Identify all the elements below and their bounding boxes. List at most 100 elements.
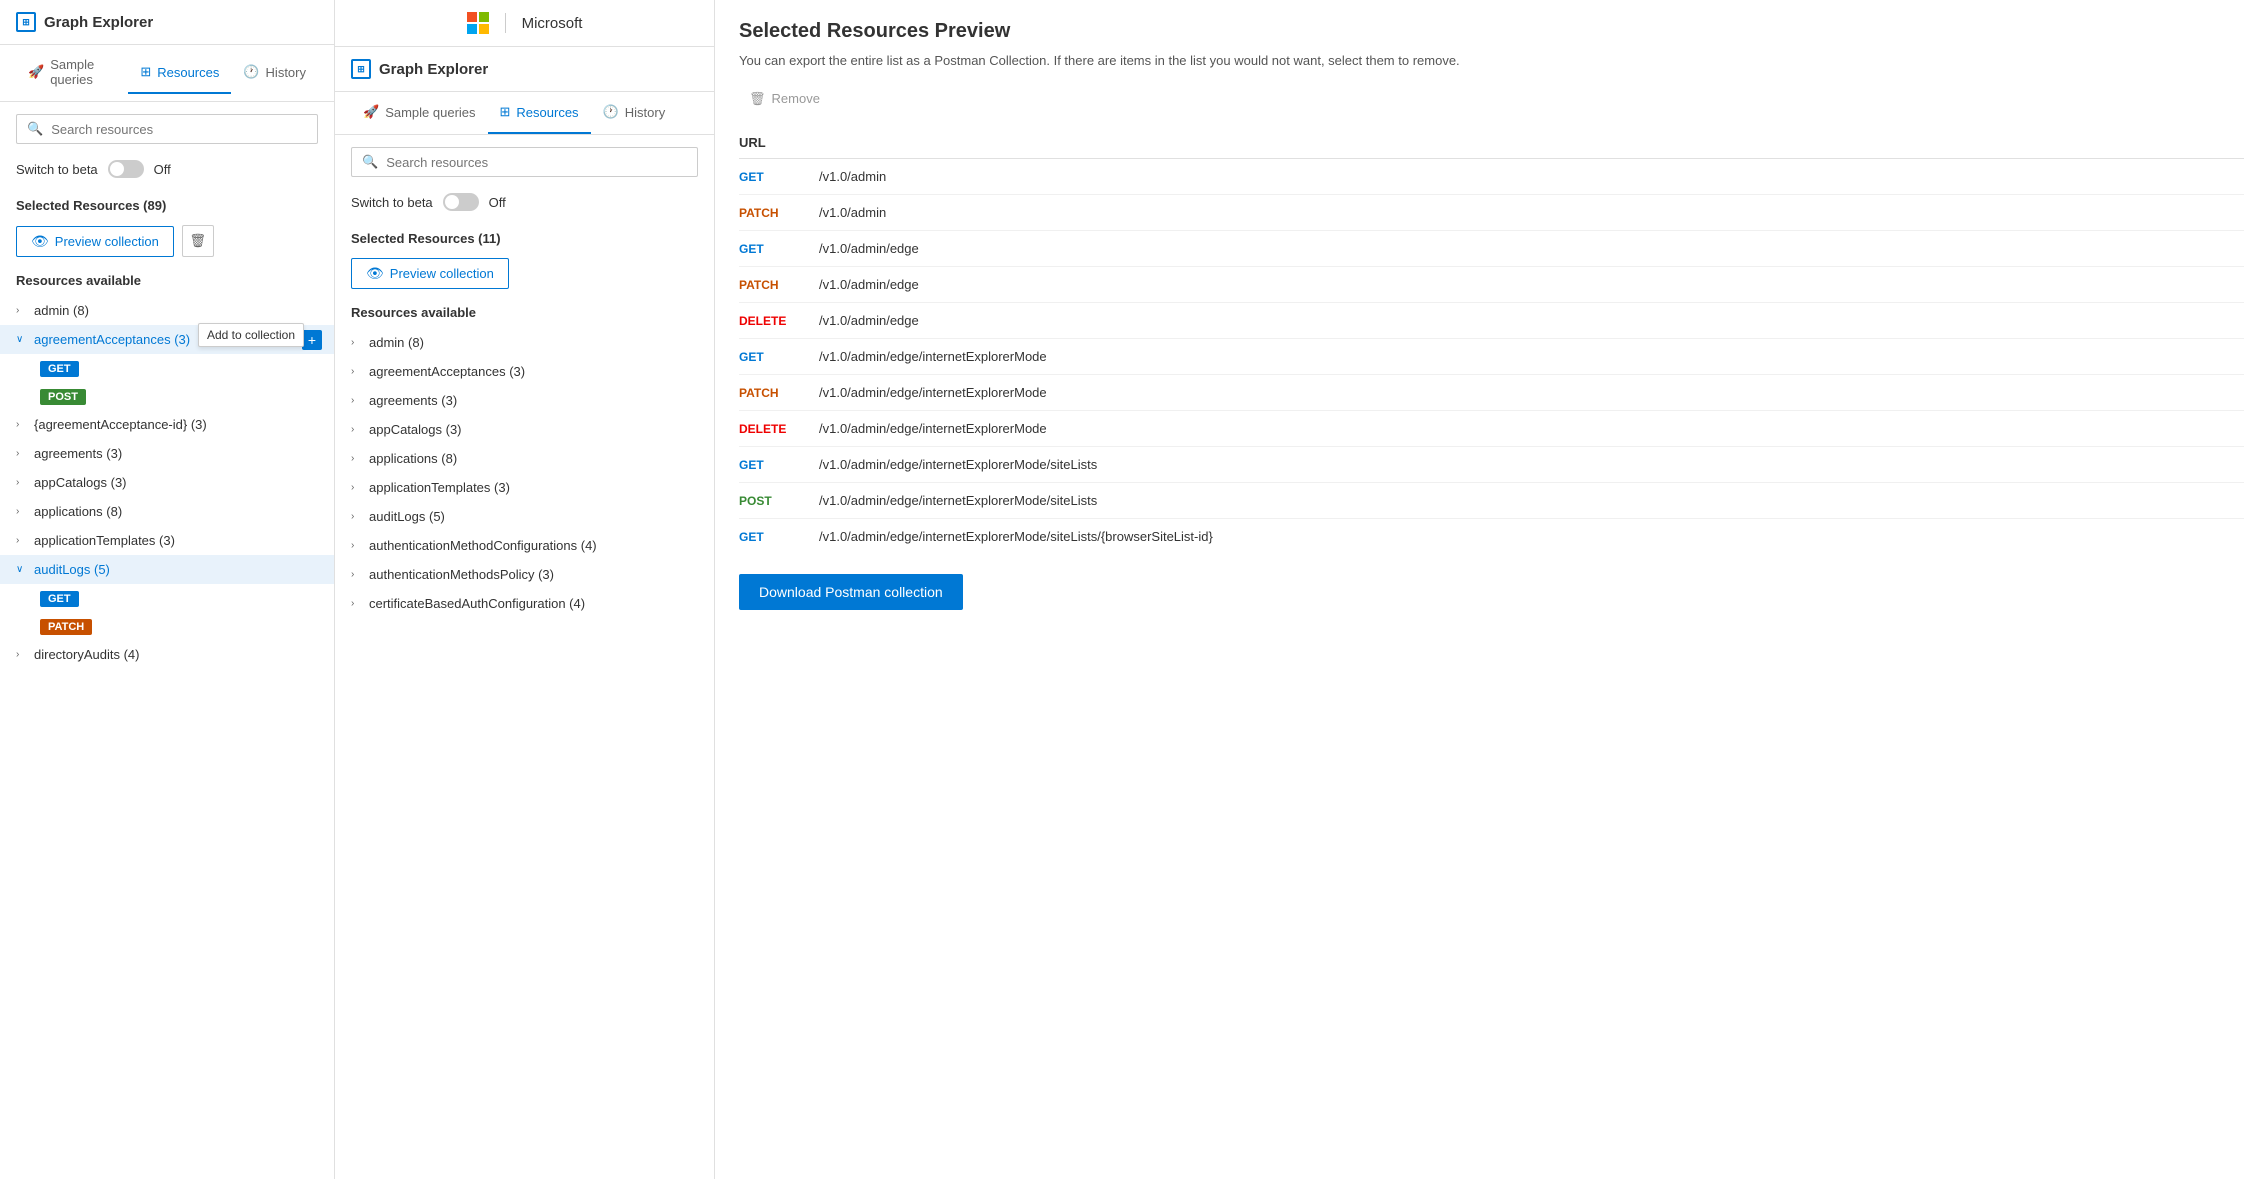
panel1-tab-history[interactable]: 🕐 History <box>231 52 318 94</box>
grid-icon: ⊞ <box>500 104 511 120</box>
chevron-right-icon: › <box>16 506 28 517</box>
method-label: PATCH <box>739 206 799 220</box>
panel2-beta-toggle[interactable] <box>443 193 479 211</box>
table-row: GET /v1.0/admin/edge <box>739 230 2244 266</box>
table-row: GET /v1.0/admin/edge/internetExplorerMod… <box>739 446 2244 482</box>
panel2-preview-collection-button[interactable]: 👁 Preview collection <box>351 258 509 289</box>
download-postman-collection-button[interactable]: Download Postman collection <box>739 574 963 610</box>
list-item[interactable]: › directoryAudits (4) <box>0 640 334 669</box>
list-item[interactable]: › admin (8) <box>0 296 334 325</box>
patch-method-badge[interactable]: PATCH <box>40 619 92 635</box>
table-row: PATCH /v1.0/admin/edge/internetExplorerM… <box>739 374 2244 410</box>
panel2-selected-resources-header: Selected Resources (11) <box>335 223 714 254</box>
panel1-header: ⊞ Graph Explorer <box>0 0 334 45</box>
trash-icon: 🗑 <box>749 91 766 107</box>
ms-logo <box>467 12 489 34</box>
method-label: PATCH <box>739 278 799 292</box>
get-method-badge[interactable]: GET <box>40 361 79 377</box>
list-item[interactable]: › appCatalogs (3) <box>335 415 714 444</box>
remove-button[interactable]: 🗑 Remove <box>739 87 830 111</box>
panel1-preview-collection-button[interactable]: 👁 Preview collection <box>16 226 174 257</box>
table-row: GET /v1.0/admin/edge/internetExplorerMod… <box>739 338 2244 374</box>
table-row: POST /v1.0/admin/edge/internetExplorerMo… <box>739 482 2244 518</box>
rocket-icon: 🚀 <box>28 64 44 80</box>
post-method-badge[interactable]: POST <box>40 389 86 405</box>
method-label: GET <box>739 458 799 472</box>
table-row: GET /v1.0/admin <box>739 158 2244 194</box>
panel1-beta-toggle[interactable] <box>108 160 144 178</box>
panel1-preview-row: 👁 Preview collection 🗑 <box>0 221 334 269</box>
panel2: Microsoft ⊞ Graph Explorer 🚀 Sample quer… <box>335 0 715 1179</box>
panel1-tab-sample-queries[interactable]: 🚀 Sample queries <box>16 45 128 101</box>
list-item[interactable]: PATCH <box>0 612 334 640</box>
list-item[interactable]: › applications (8) <box>335 444 714 473</box>
list-item[interactable]: ∨ auditLogs (5) <box>0 555 334 584</box>
panel1-nav-tabs: 🚀 Sample queries ⊞ Resources 🕐 History <box>0 45 334 102</box>
panel1-beta-state: Off <box>154 162 171 177</box>
get-method-badge[interactable]: GET <box>40 591 79 607</box>
url-path: /v1.0/admin/edge/internetExplorerMode <box>819 421 1047 436</box>
list-item[interactable]: › auditLogs (5) <box>335 502 714 531</box>
eye-icon: 👁 <box>31 233 49 250</box>
panel2-tab-history[interactable]: 🕐 History <box>591 92 678 134</box>
chevron-right-icon: › <box>351 598 363 609</box>
chevron-right-icon: › <box>351 453 363 464</box>
panel2-tab-sample-queries[interactable]: 🚀 Sample queries <box>351 92 488 134</box>
chevron-right-icon: › <box>16 649 28 660</box>
list-item[interactable]: ∨ agreementAcceptances (3) Add to collec… <box>0 325 334 354</box>
method-label: GET <box>739 530 799 544</box>
panel2-ms-header: Microsoft <box>335 0 714 47</box>
list-item[interactable]: › authenticationMethodConfigurations (4) <box>335 531 714 560</box>
panel1-selected-resources-header: Selected Resources (89) <box>0 190 334 221</box>
url-table: URL GET /v1.0/admin PATCH /v1.0/admin GE… <box>739 127 2244 554</box>
table-row: DELETE /v1.0/admin/edge <box>739 302 2244 338</box>
panel1-search-box[interactable]: 🔍 <box>16 114 318 144</box>
chevron-right-icon: › <box>16 305 28 316</box>
list-item[interactable]: › applications (8) <box>0 497 334 526</box>
chevron-right-icon: › <box>16 448 28 459</box>
list-item[interactable]: › admin (8) <box>335 328 714 357</box>
list-item[interactable]: › appCatalogs (3) <box>0 468 334 497</box>
panel2-preview-row: 👁 Preview collection <box>335 254 714 301</box>
method-label: GET <box>739 242 799 256</box>
panel2-tab-resources[interactable]: ⊞ Resources <box>488 92 591 134</box>
list-item[interactable]: › applicationTemplates (3) <box>0 526 334 555</box>
panel1-search-input[interactable] <box>51 122 307 137</box>
panel2-ms-title: Microsoft <box>522 15 583 32</box>
add-to-collection-button[interactable]: + <box>302 330 322 350</box>
list-item[interactable]: › {agreementAcceptance-id} (3) <box>0 410 334 439</box>
header-divider <box>505 13 506 33</box>
chevron-right-icon: › <box>16 477 28 488</box>
table-row: DELETE /v1.0/admin/edge/internetExplorer… <box>739 410 2244 446</box>
list-item[interactable]: › agreementAcceptances (3) <box>335 357 714 386</box>
list-item[interactable]: › authenticationMethodsPolicy (3) <box>335 560 714 589</box>
url-path: /v1.0/admin/edge <box>819 313 919 328</box>
chevron-right-icon: › <box>351 337 363 348</box>
panel1-tab-resources[interactable]: ⊞ Resources <box>128 52 231 94</box>
panel1-beta-label: Switch to beta <box>16 162 98 177</box>
panel1-app-title: Graph Explorer <box>44 14 153 31</box>
list-item[interactable]: › certificateBasedAuthConfiguration (4) <box>335 589 714 618</box>
rocket-icon: 🚀 <box>363 104 379 120</box>
list-item[interactable]: POST <box>0 382 334 410</box>
panel1-delete-button[interactable]: 🗑 <box>182 225 214 257</box>
list-item[interactable]: › agreements (3) <box>0 439 334 468</box>
search-icon: 🔍 <box>362 154 378 170</box>
url-path: /v1.0/admin/edge/internetExplorerMode/si… <box>819 493 1097 508</box>
panel2-search-box[interactable]: 🔍 <box>351 147 698 177</box>
chevron-right-icon: › <box>16 419 28 430</box>
method-label: DELETE <box>739 314 799 328</box>
trash-icon: 🗑 <box>189 233 206 249</box>
panel3-preview-panel: Selected Resources Preview You can expor… <box>715 0 2268 1179</box>
list-item[interactable]: GET <box>0 584 334 612</box>
panel2-search-input[interactable] <box>386 155 687 170</box>
list-item[interactable]: › applicationTemplates (3) <box>335 473 714 502</box>
list-item[interactable]: GET <box>0 354 334 382</box>
method-label: PATCH <box>739 386 799 400</box>
list-item[interactable]: › agreements (3) <box>335 386 714 415</box>
method-label: GET <box>739 350 799 364</box>
method-label: DELETE <box>739 422 799 436</box>
panel2-resource-list: › admin (8) › agreementAcceptances (3) ›… <box>335 328 714 1179</box>
panel2-resources-available: Resources available <box>335 301 714 328</box>
chevron-right-icon: › <box>351 540 363 551</box>
